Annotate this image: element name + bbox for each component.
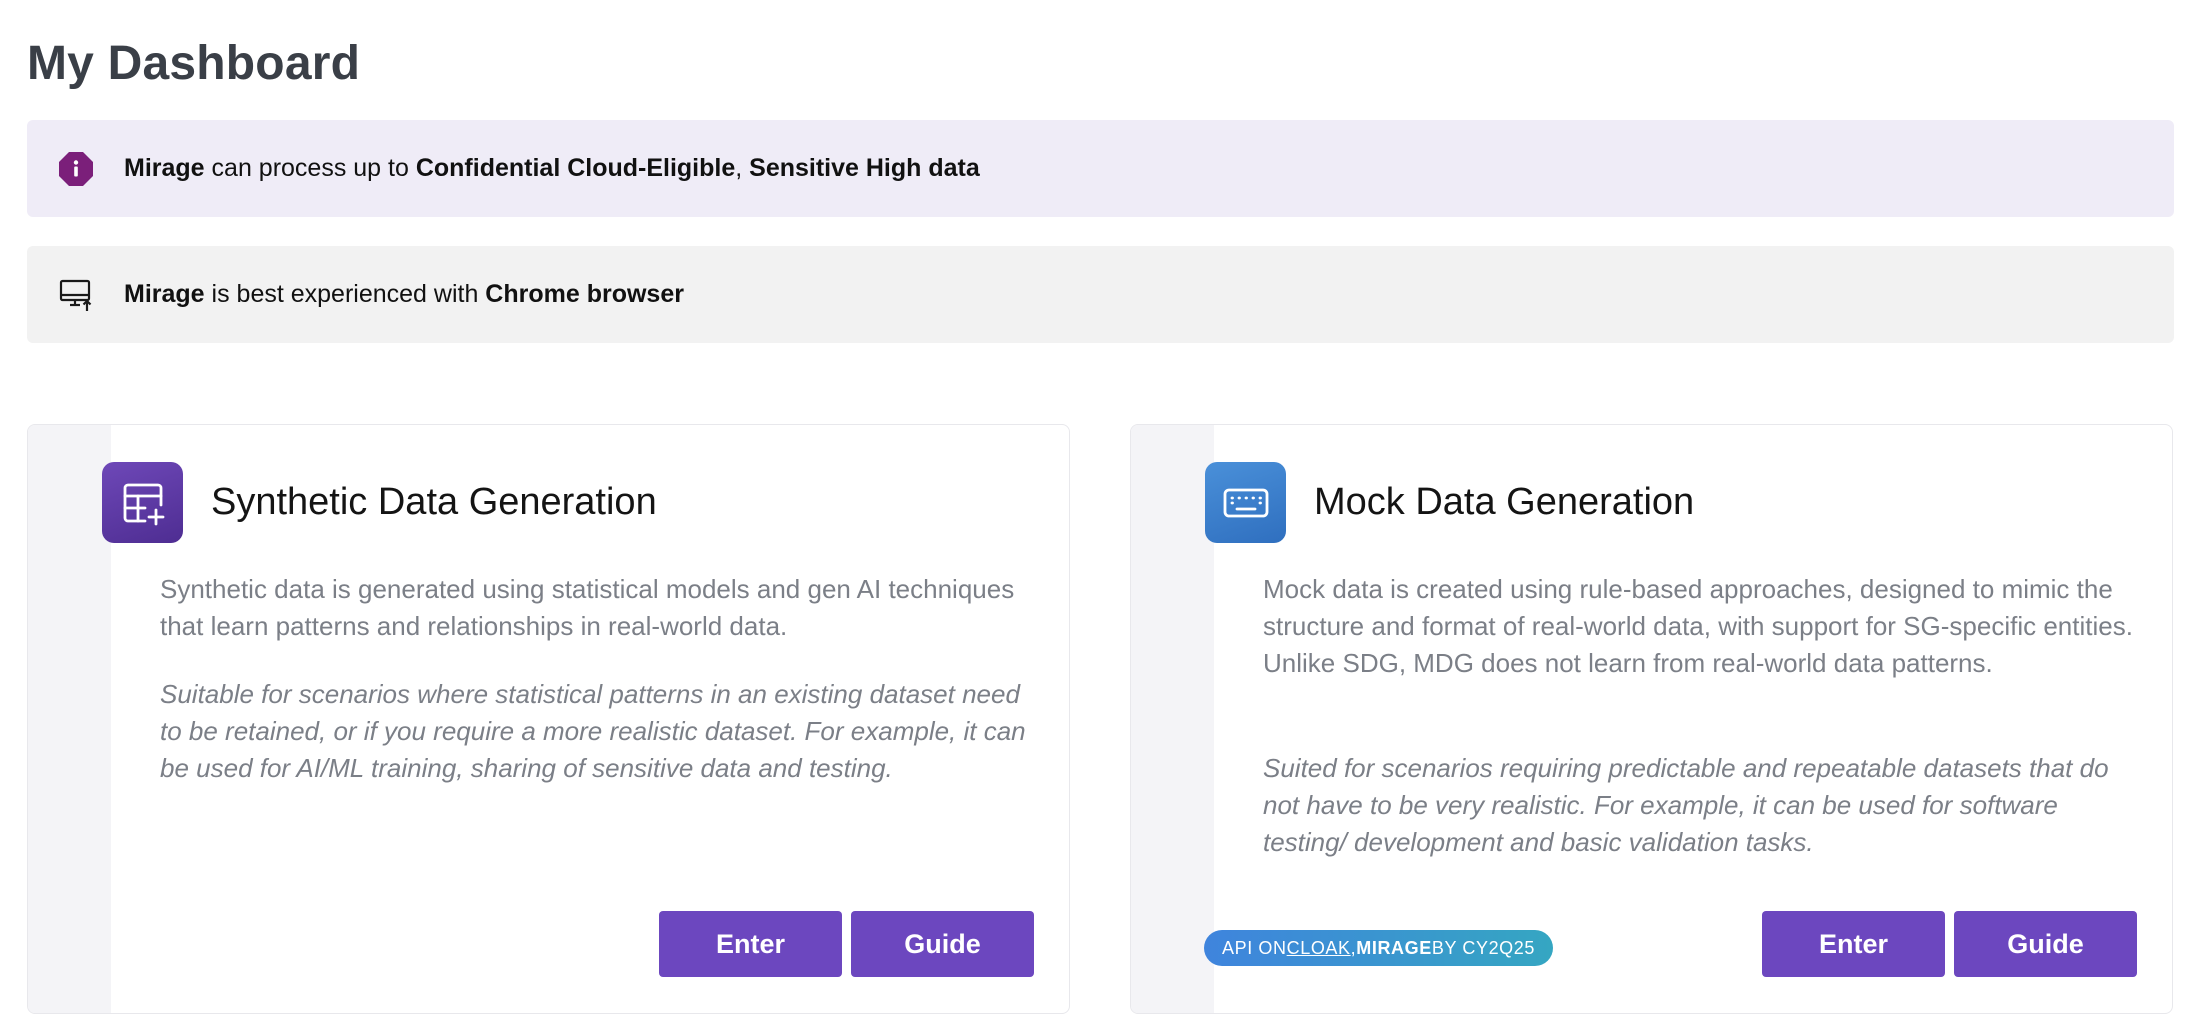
cloak-link[interactable]: CLOAK [1287, 938, 1351, 959]
table-plus-icon [102, 462, 183, 543]
classification-level-1: Confidential Cloud-Eligible [415, 154, 736, 182]
browser-recommendation-banner: Mirage is best experienced with Chrome b… [27, 246, 2174, 343]
card-use-case: Suitable for scenarios where statistical… [160, 679, 1026, 783]
synthetic-enter-button[interactable]: Enter [659, 911, 842, 977]
badge-app-name: MIRAGE [1356, 937, 1432, 958]
app-name: Mirage [124, 154, 205, 182]
card-title: Mock Data Generation [1314, 481, 1695, 523]
badge-version: BY CY2Q25 [1431, 937, 1536, 958]
classification-text: Mirage can process up to Confidential Cl… [124, 154, 980, 183]
card-title: Synthetic Data Generation [211, 481, 657, 523]
card-description: Synthetic data is generated using statis… [160, 574, 1015, 641]
mock-guide-button[interactable]: Guide [1954, 911, 2137, 977]
mock-enter-button[interactable]: Enter [1762, 911, 1945, 977]
mock-data-card: Mock Data Generation Mock data is create… [1130, 424, 2173, 1014]
page-title: My Dashboard [27, 37, 361, 90]
api-version-badge: API ON CLOAK, MIRAGE BY CY2Q25 [1204, 930, 1554, 966]
separator: , [735, 154, 750, 182]
keyboard-icon [1205, 462, 1286, 543]
info-octagon-icon [56, 149, 96, 189]
synthetic-guide-button[interactable]: Guide [851, 911, 1034, 977]
synthetic-data-card: Synthetic Data Generation Synthetic data… [27, 424, 1070, 1014]
monitor-upload-icon [56, 275, 96, 315]
card-use-case: Suited for scenarios requiring predictab… [1263, 753, 2109, 857]
browser-phrase: is best experienced with [204, 280, 486, 308]
classification-phrase: can process up to [204, 154, 416, 182]
browser-name: Chrome browser [485, 280, 684, 308]
badge-prefix: API ON [1222, 937, 1287, 958]
app-name: Mirage [124, 280, 205, 308]
card-side-stripe [28, 425, 111, 1013]
data-classification-banner: Mirage can process up to Confidential Cl… [27, 120, 2174, 217]
card-side-stripe [1131, 425, 1214, 1013]
classification-level-2: Sensitive High data [749, 154, 980, 182]
browser-text: Mirage is best experienced with Chrome b… [124, 280, 684, 309]
card-description: Mock data is created using rule-based ap… [1263, 574, 2133, 678]
